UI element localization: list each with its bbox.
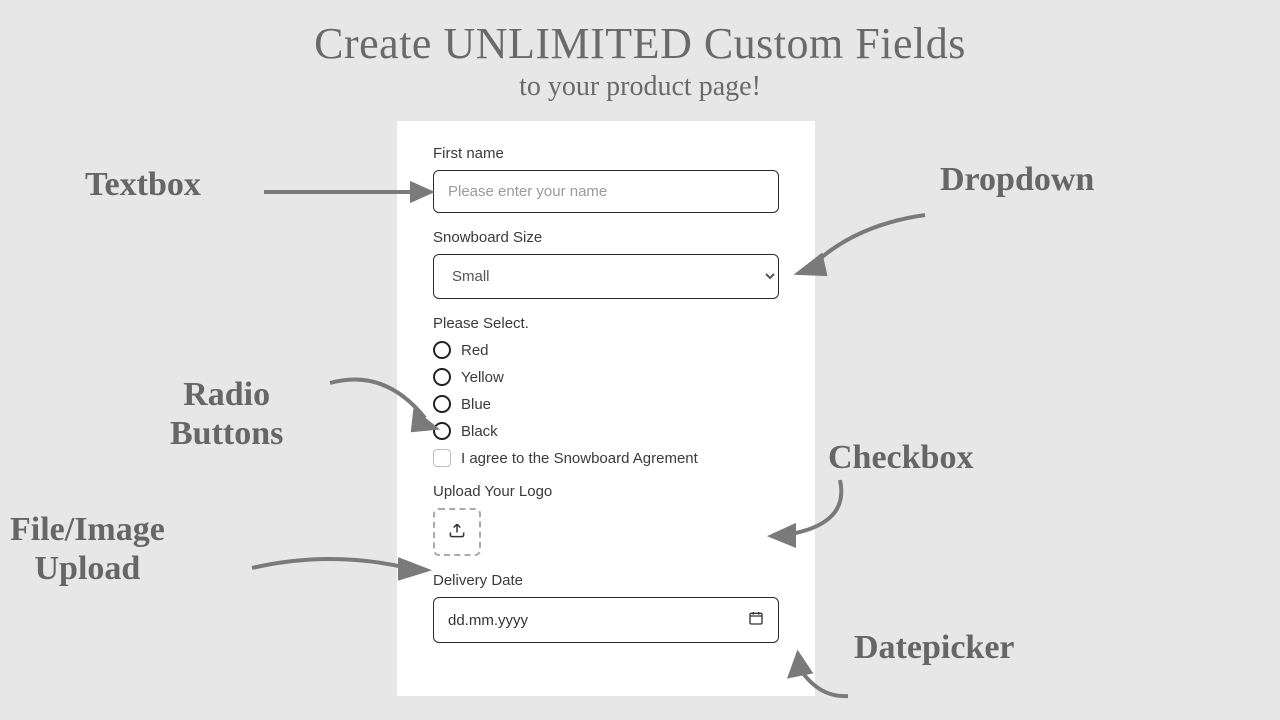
- arrow-icon: [250, 550, 430, 590]
- page-subtitle: to your product page!: [0, 71, 1280, 103]
- arrow-icon: [262, 178, 432, 208]
- annotation-upload: File/Image Upload: [10, 510, 165, 588]
- annotation-radio-line2: Buttons: [170, 415, 283, 452]
- annotation-upload-line2: Upload: [35, 550, 141, 587]
- size-select[interactable]: Small: [433, 254, 779, 299]
- arrow-icon: [770, 480, 870, 550]
- annotation-dropdown: Dropdown: [940, 160, 1094, 199]
- annotation-textbox: Textbox: [85, 165, 201, 204]
- annotation-datepicker: Datepicker: [854, 628, 1015, 667]
- size-label: Snowboard Size: [433, 229, 779, 246]
- radio-yellow[interactable]: Yellow: [433, 368, 779, 386]
- radio-circle-icon: [433, 341, 451, 359]
- checkbox-icon: [433, 449, 451, 467]
- radio-red[interactable]: Red: [433, 341, 779, 359]
- upload-button[interactable]: [433, 508, 481, 556]
- size-group: Snowboard Size Small: [433, 229, 779, 299]
- radio-yellow-label: Yellow: [461, 369, 504, 386]
- first-name-input[interactable]: [433, 170, 779, 213]
- first-name-group: First name: [433, 145, 779, 213]
- agreement-label: I agree to the Snowboard Agrement: [461, 450, 698, 467]
- radio-group: Please Select. Red Yellow Blue Black I a…: [433, 315, 779, 467]
- date-placeholder: dd.mm.yyyy: [448, 612, 528, 629]
- radio-red-label: Red: [461, 342, 489, 359]
- upload-label: Upload Your Logo: [433, 483, 779, 500]
- upload-group: Upload Your Logo: [433, 483, 779, 556]
- upload-icon: [447, 520, 467, 545]
- date-input[interactable]: dd.mm.yyyy: [433, 597, 779, 643]
- agreement-checkbox[interactable]: I agree to the Snowboard Agrement: [433, 449, 779, 467]
- calendar-icon: [748, 610, 764, 630]
- radio-blue[interactable]: Blue: [433, 395, 779, 413]
- date-group: Delivery Date dd.mm.yyyy: [433, 572, 779, 643]
- radio-group-label: Please Select.: [433, 315, 779, 332]
- radio-blue-label: Blue: [461, 396, 491, 413]
- form-panel: First name Snowboard Size Small Please S…: [397, 121, 815, 696]
- radio-black-label: Black: [461, 423, 498, 440]
- radio-black[interactable]: Black: [433, 422, 779, 440]
- arrow-icon: [795, 210, 955, 280]
- date-label: Delivery Date: [433, 572, 779, 589]
- annotation-upload-line1: File/Image: [10, 511, 165, 548]
- annotation-radio: Radio Buttons: [170, 375, 283, 453]
- arrow-icon: [325, 378, 445, 438]
- first-name-label: First name: [433, 145, 779, 162]
- annotation-checkbox: Checkbox: [828, 438, 973, 477]
- arrow-icon: [788, 658, 868, 708]
- page-title: Create UNLIMITED Custom Fields: [0, 18, 1280, 69]
- annotation-radio-line1: Radio: [183, 376, 270, 413]
